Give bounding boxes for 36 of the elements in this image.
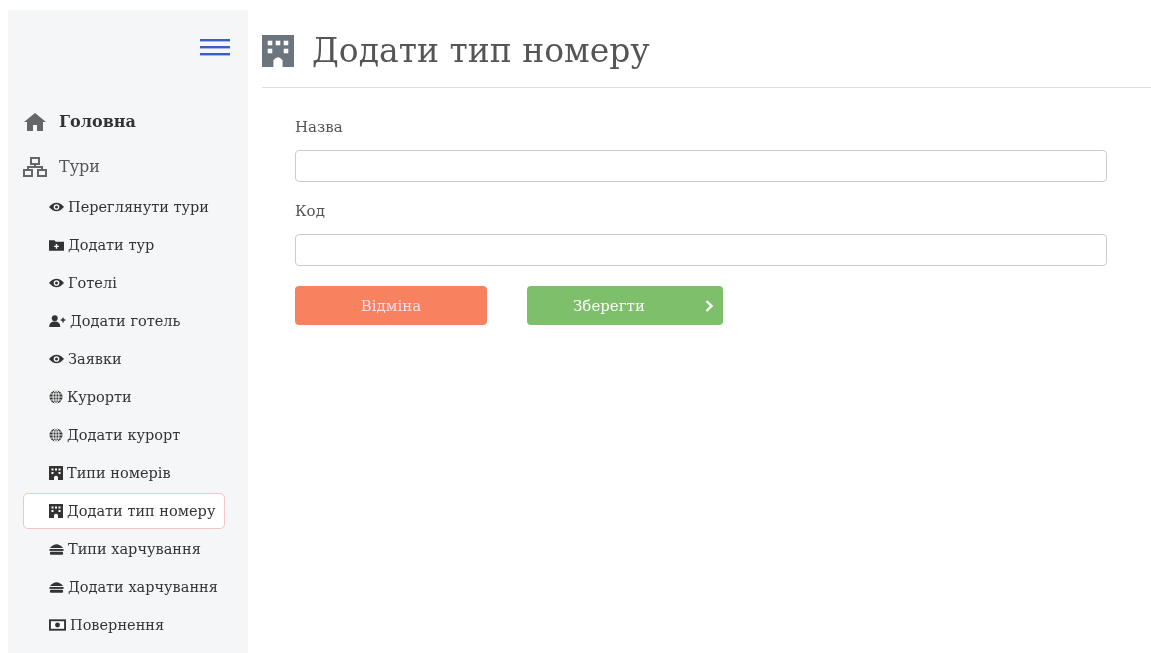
sidebar-subitem[interactable]: Повернення [23,607,225,643]
sidebar-item[interactable]: Тури [59,157,100,176]
eye-icon [49,353,64,365]
banknote-icon [49,619,66,631]
page-title: Додати тип номеру [312,31,650,70]
building-icon [49,466,63,480]
input-field[interactable] [295,234,1107,266]
sidebar-subitem[interactable]: Додати харчування [23,569,225,605]
sidebar-subitem[interactable]: Переглянути тури [23,189,225,225]
sidebar-item[interactable]: Головна [59,112,136,131]
sidebar-subitem[interactable]: Типи харчування [23,531,225,567]
input-field[interactable] [295,150,1107,182]
sidebar-subitem[interactable]: Додати тур [23,227,225,263]
building-icon [262,34,294,67]
globe-icon [49,428,63,442]
sidebar-subitem[interactable]: Заявки [23,341,225,377]
sidebar-subitem[interactable]: Типи номерів [23,455,225,491]
globe-icon [49,390,63,404]
field-label: Код [295,202,326,220]
sidebar-subitem[interactable]: Готелі [23,265,225,301]
burger-icon [49,543,64,555]
building-icon [49,504,63,518]
burger-icon [49,581,64,593]
field-label: Назва [295,118,344,136]
eye-icon [49,201,64,213]
sidebar-subitem[interactable]: Курорти [23,379,225,415]
user-plus-icon [49,315,66,327]
sitemap-icon [23,156,47,177]
eye-icon [49,277,64,289]
sidebar-subitem[interactable]: Додати готель [23,303,225,339]
menu-icon[interactable] [200,37,230,57]
sidebar-subitem[interactable]: Додати тип номеру [23,493,225,529]
home-icon [23,111,47,132]
chevron-icon [705,299,713,312]
sidebar-subitem[interactable]: Додати курорт [23,417,225,453]
folder-icon [49,239,64,251]
